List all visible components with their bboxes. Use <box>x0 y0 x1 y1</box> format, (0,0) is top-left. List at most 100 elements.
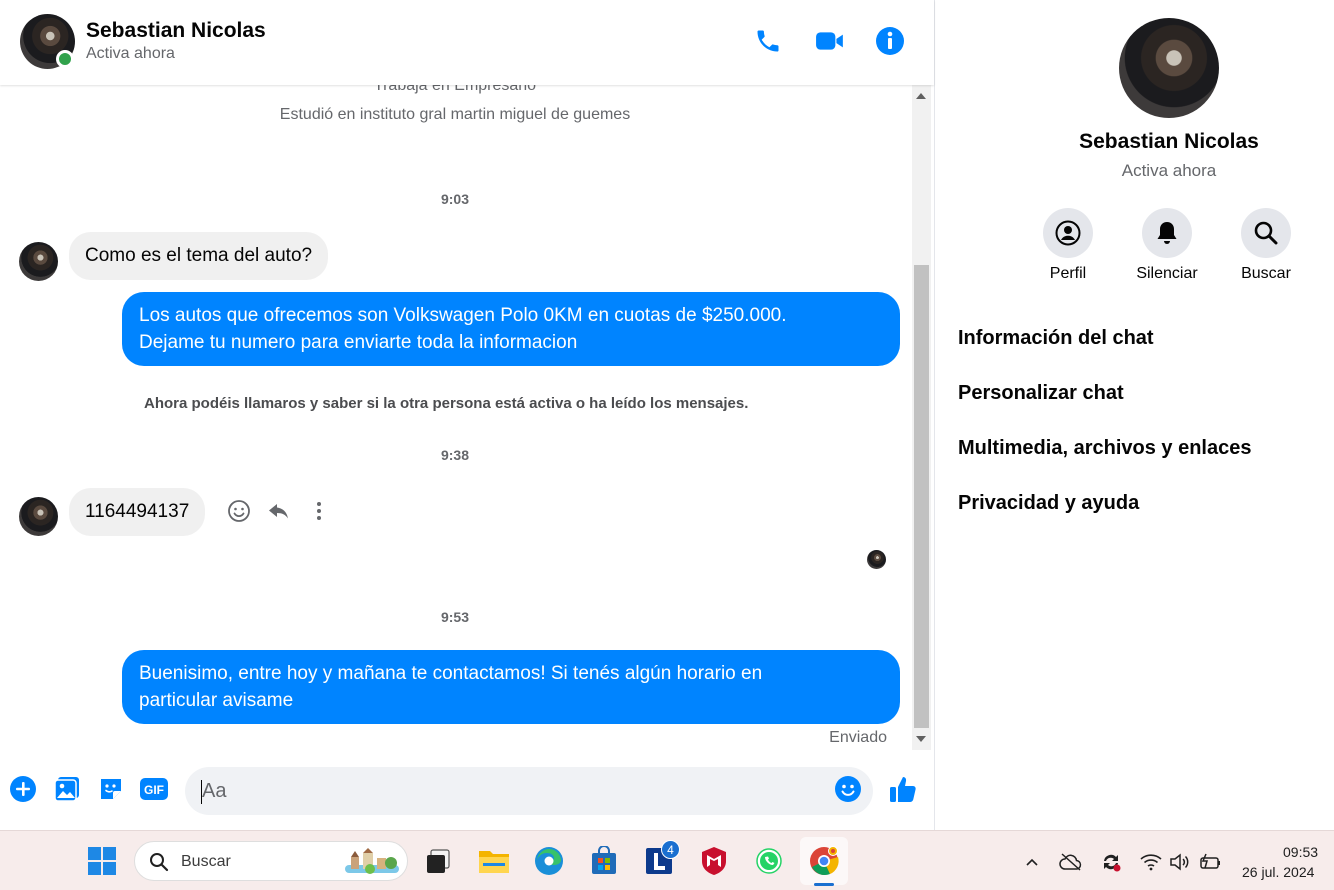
contact-name[interactable]: Sebastian Nicolas <box>86 19 266 43</box>
profile-action-button[interactable]: Perfil <box>1023 208 1113 283</box>
message-input[interactable] <box>185 767 873 815</box>
read-receipt-avatar <box>867 550 886 569</box>
mute-action-label: Silenciar <box>1136 265 1198 282</box>
message-line: Dejame tu numero para enviarte toda la i… <box>139 332 578 353</box>
sender-avatar[interactable] <box>19 242 58 281</box>
message-composer: GIF <box>0 758 934 824</box>
taskbar-search-box[interactable]: Buscar <box>134 841 408 881</box>
edge-icon <box>535 847 563 875</box>
media-files-links-section[interactable]: Multimedia, archivos y enlaces <box>958 437 1251 460</box>
chrome-button[interactable] <box>806 843 842 879</box>
panel-contact-name: Sebastian Nicolas <box>1079 130 1259 153</box>
bell-icon <box>1157 222 1177 244</box>
task-view-icon <box>427 849 450 873</box>
gif-label: GIF <box>144 783 164 797</box>
show-hidden-icons-button[interactable] <box>1019 849 1045 875</box>
scroll-thumb[interactable] <box>914 265 929 728</box>
sticker-icon <box>101 779 121 799</box>
more-actions-button[interactable] <box>8 774 38 804</box>
search-action-button[interactable]: Buscar <box>1221 208 1311 283</box>
windows-logo-icon <box>88 847 116 875</box>
contact-status: Activa ahora <box>86 45 175 62</box>
profile-action-label: Perfil <box>1049 265 1087 282</box>
message-line: Buenisimo, entre hoy y mañana te contact… <box>139 663 763 684</box>
incoming-message[interactable]: Como es el tema del auto? <box>69 232 329 280</box>
profile-study-info: Estudió en instituto gral martin miguel … <box>279 106 631 123</box>
sticker-button[interactable] <box>96 774 126 804</box>
chat-info-section[interactable]: Información del chat <box>958 327 1154 350</box>
emoji-icon <box>835 776 861 802</box>
privacy-support-section[interactable]: Privacidad y ayuda <box>958 492 1139 515</box>
timestamp-separator: 9:03 <box>440 191 470 207</box>
wifi-button[interactable] <box>1138 849 1164 875</box>
voice-call-button[interactable] <box>751 24 785 58</box>
attach-media-button[interactable] <box>52 774 82 804</box>
file-explorer-button[interactable] <box>476 843 512 879</box>
conversation-details-panel: Sebastian Nicolas Activa ahora Perfil Si… <box>934 0 1334 830</box>
panel-contact-avatar[interactable] <box>1119 18 1219 118</box>
sender-avatar[interactable] <box>19 497 58 536</box>
message-line: Los autos que ofrecemos son Volkswagen P… <box>139 305 787 326</box>
timestamp-separator: 9:53 <box>440 609 470 625</box>
plus-circle-icon <box>10 776 36 802</box>
profile-work-info: Trabaja en Empresario <box>373 85 537 94</box>
battery-charging-icon <box>1200 853 1220 869</box>
notification-badge: 4 <box>661 840 680 859</box>
message-list: Trabaja en Empresario Estudió en institu… <box>0 85 910 750</box>
outgoing-message[interactable]: Los autos que ofrecemos son Volkswagen P… <box>122 292 900 366</box>
message-scrollbar[interactable] <box>912 85 931 750</box>
microsoft-store-button[interactable] <box>586 843 622 879</box>
sync-icon <box>1104 854 1121 872</box>
scroll-down-arrow[interactable] <box>916 736 926 742</box>
video-call-button[interactable] <box>813 24 847 58</box>
mcafee-button[interactable] <box>696 843 732 879</box>
mcafee-shield-icon <box>702 847 726 875</box>
phone-icon <box>757 30 779 52</box>
photo-icon <box>54 777 79 802</box>
chevron-up-icon <box>1026 858 1038 866</box>
task-view-button[interactable] <box>420 843 456 879</box>
timestamp-separator: 9:38 <box>440 447 470 463</box>
store-icon <box>592 846 616 874</box>
gif-icon: GIF <box>140 778 168 800</box>
incoming-message[interactable]: 1164494137 <box>69 488 206 536</box>
outgoing-message[interactable]: Buenisimo, entre hoy y mañana te contact… <box>122 650 900 724</box>
panel-contact-status: Activa ahora <box>1121 161 1217 180</box>
reply-icon <box>269 504 288 519</box>
search-icon <box>1254 221 1278 245</box>
reply-button[interactable] <box>266 498 292 524</box>
message-line: particular avisame <box>139 690 294 711</box>
message-actions <box>226 498 332 524</box>
delivery-status: Enviado <box>829 729 887 746</box>
customize-chat-section[interactable]: Personalizar chat <box>958 382 1124 405</box>
mute-action-button[interactable]: Silenciar <box>1122 208 1212 283</box>
whatsapp-icon <box>756 848 782 874</box>
onedrive-button[interactable] <box>1058 849 1084 875</box>
edge-browser-button[interactable] <box>531 843 567 879</box>
speaker-icon <box>1170 853 1189 871</box>
online-indicator <box>56 50 74 68</box>
scroll-up-arrow[interactable] <box>916 93 926 99</box>
react-button[interactable] <box>226 498 252 524</box>
clock-time[interactable]: 09:53 <box>1283 844 1318 860</box>
clock-date[interactable]: 26 jul. 2024 <box>1242 864 1314 880</box>
chat-header: Sebastian Nicolas Activa ahora <box>0 0 934 85</box>
sync-button[interactable] <box>1098 849 1124 875</box>
whatsapp-button[interactable] <box>751 843 787 879</box>
folder-icon <box>479 851 509 873</box>
smiley-icon <box>228 500 250 522</box>
volume-button[interactable] <box>1167 849 1193 875</box>
messenger-window: Sebastian Nicolas Activa ahora Trabaja e… <box>0 0 1334 890</box>
more-options-button[interactable] <box>306 498 332 524</box>
more-vertical-icon <box>317 502 321 520</box>
text-caret <box>201 780 202 804</box>
thumbs-up-icon <box>890 777 916 802</box>
battery-button[interactable] <box>1197 849 1223 875</box>
taskbar: Buscar 4 09:53 26 jul. 2024 <box>0 830 1334 890</box>
conversation-info-button[interactable] <box>873 24 907 58</box>
like-button[interactable] <box>888 774 918 804</box>
emoji-button[interactable] <box>833 774 863 804</box>
info-icon <box>876 27 904 55</box>
start-button[interactable] <box>84 843 120 879</box>
gif-button[interactable]: GIF <box>139 774 169 804</box>
